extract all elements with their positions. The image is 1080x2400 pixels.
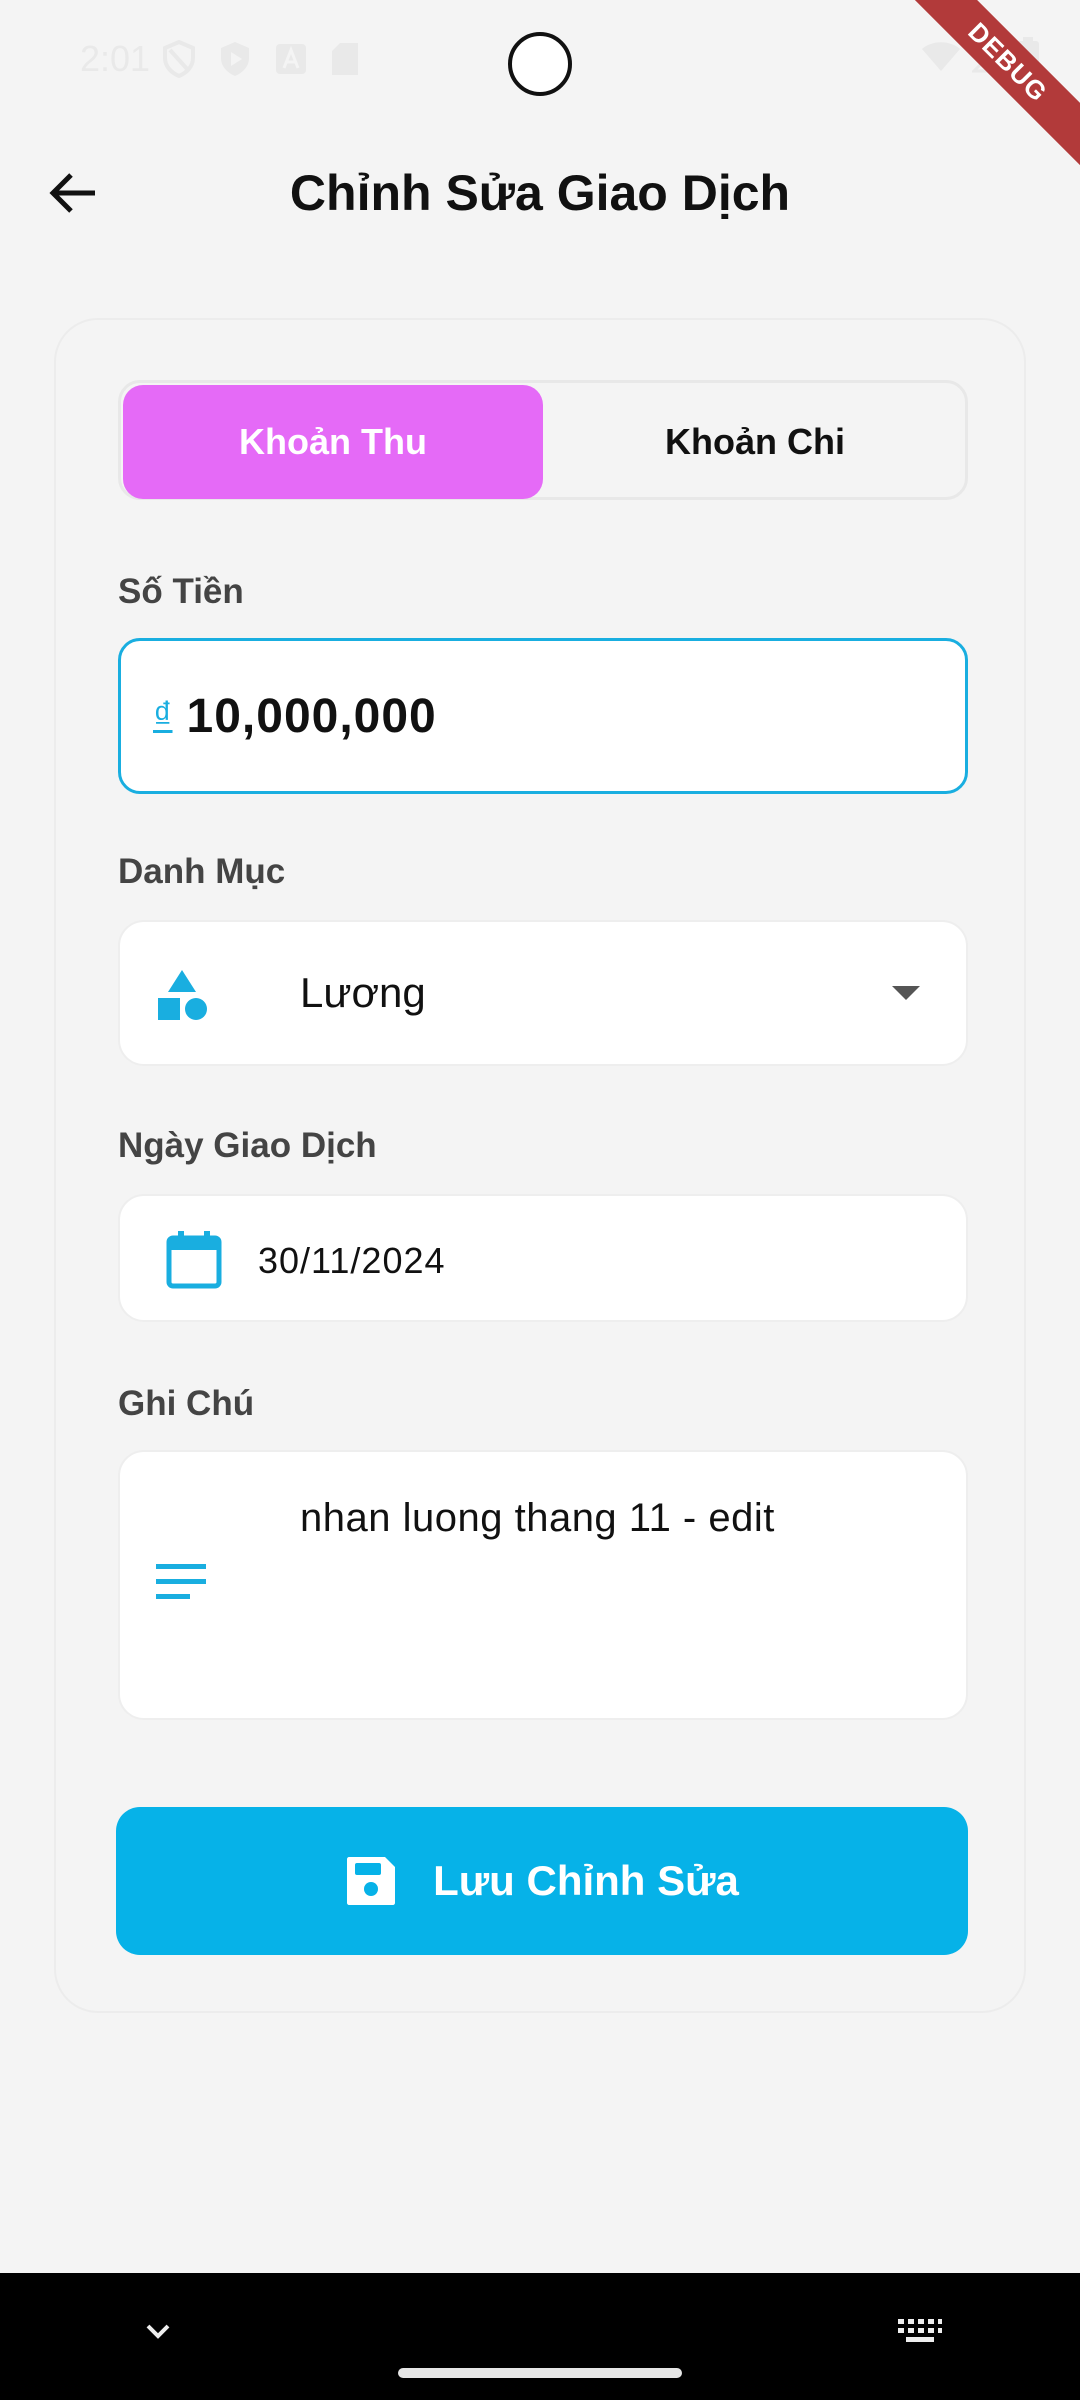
save-button-label: Lưu Chỉnh Sửa (433, 1857, 739, 1904)
tab-expense[interactable]: Khoản Chi (545, 385, 965, 499)
category-dropdown[interactable]: Lương (118, 920, 968, 1066)
note-value: nhan luong thang 11 - edit (300, 1496, 775, 1540)
status-time: 2:01 (80, 38, 151, 79)
date-label: Ngày Giao Dịch (118, 1126, 377, 1165)
arrow-left-icon (49, 173, 95, 213)
system-navigation-bar (0, 2273, 1080, 2400)
back-button[interactable] (40, 160, 106, 226)
debug-banner: DEBUG (886, 0, 1080, 184)
sd-card-icon (332, 43, 358, 75)
notes-lines-icon (156, 1564, 206, 1599)
tab-income-label: Khoản Thu (239, 421, 427, 462)
amount-input[interactable]: ₫ 10,000,000 (118, 638, 968, 794)
play-protect-icon (221, 42, 249, 76)
tab-expense-label: Khoản Chi (665, 421, 845, 462)
shapes-icon (158, 970, 207, 1020)
tab-income[interactable]: Khoản Thu (123, 385, 543, 499)
chevron-down-icon[interactable] (140, 2313, 176, 2349)
font-status-icon (276, 44, 306, 74)
save-changes-button[interactable]: Lưu Chỉnh Sửa (116, 1807, 968, 1955)
shield-status-icon (163, 40, 195, 78)
edit-transaction-card: Khoản Thu Khoản Chi Số Tiền ₫ 10,000,000… (54, 318, 1026, 2013)
category-label: Danh Mục (118, 852, 286, 891)
date-picker-field[interactable]: 30/11/2024 (118, 1194, 968, 1322)
keyboard-icon[interactable] (896, 2313, 944, 2349)
date-value: 30/11/2024 (258, 1240, 446, 1281)
note-label: Ghi Chú (118, 1384, 255, 1423)
amount-label: Số Tiền (118, 572, 244, 611)
home-gesture-handle[interactable] (398, 2368, 682, 2378)
category-value: Lương (300, 969, 426, 1016)
status-notification-icons (162, 40, 360, 78)
page-title: Chỉnh Sửa Giao Dịch (289, 165, 791, 221)
wifi-icon (922, 42, 960, 71)
caret-down-icon (892, 986, 920, 1000)
floppy-disk-icon (347, 1857, 396, 1905)
currency-symbol: ₫ (153, 694, 173, 737)
calendar-icon (166, 1231, 222, 1289)
note-textarea[interactable]: nhan luong thang 11 - edit (118, 1450, 968, 1720)
camera-cutout (508, 32, 572, 96)
transaction-type-toggle: Khoản Thu Khoản Chi (118, 380, 968, 500)
amount-value: 10,000,000 (186, 689, 437, 743)
status-bar: 2:01 DEBUG (0, 0, 1080, 184)
